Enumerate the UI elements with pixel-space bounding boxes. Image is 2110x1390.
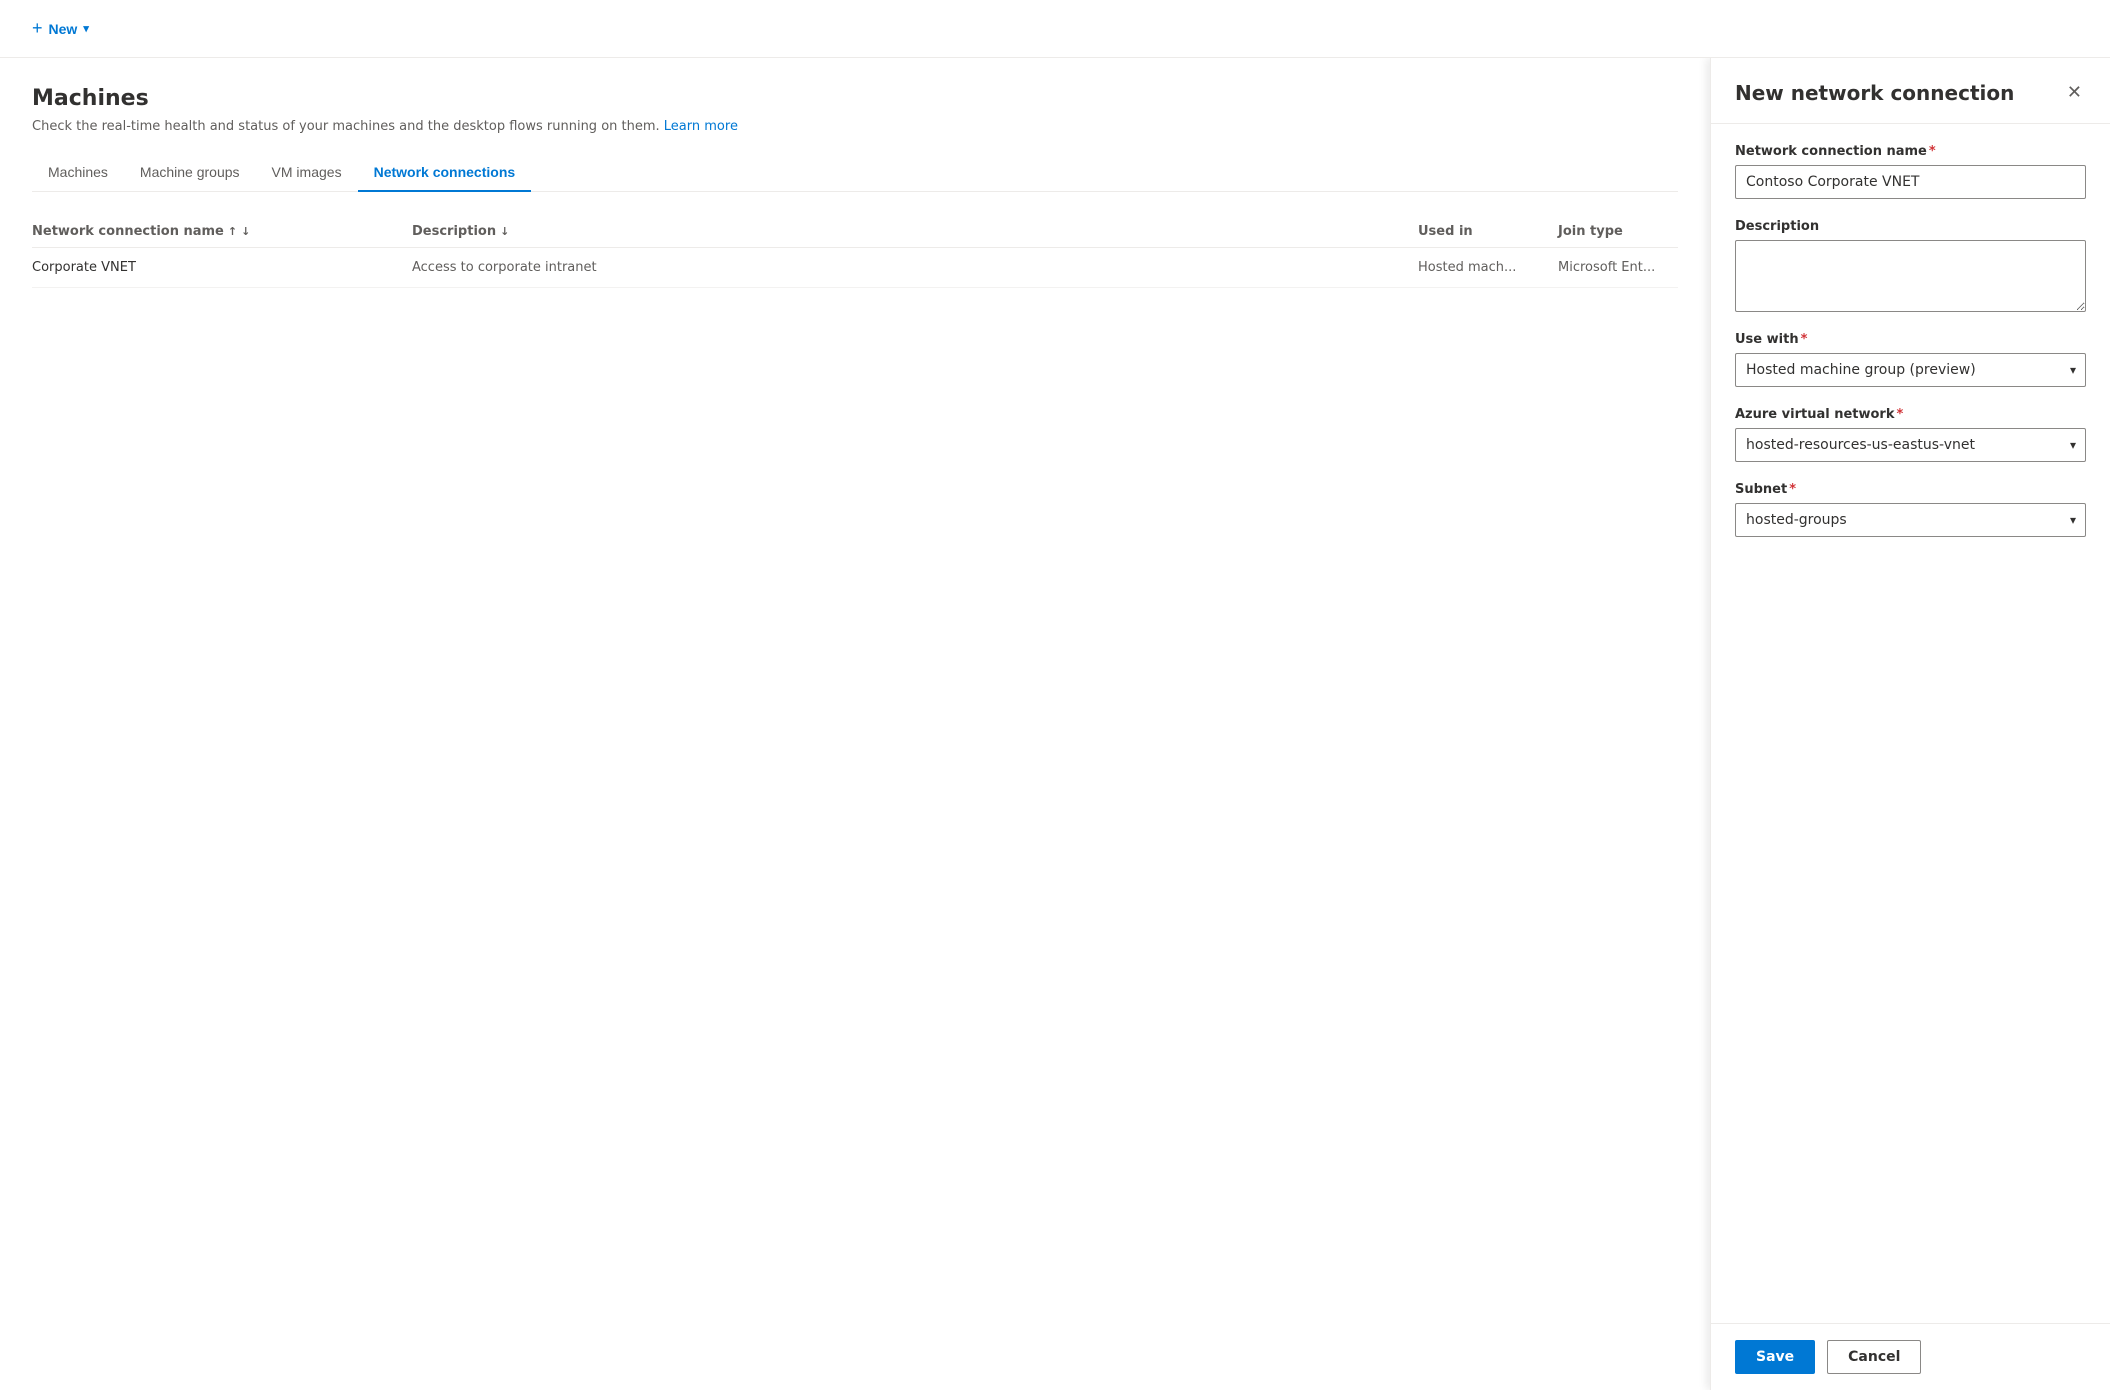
panel-body: Network connection name* Description Use…	[1711, 124, 2110, 1323]
chevron-down-icon: ▾	[83, 22, 89, 35]
field-use-with: Use with* Hosted machine group (preview)…	[1735, 332, 2086, 387]
desc-sort-icon[interactable]: ↓	[500, 225, 509, 238]
main-layout: Machines Check the real-time health and …	[0, 58, 2110, 1390]
required-star: *	[1929, 144, 1936, 159]
table-container: Network connection name ↑ ↓ Description …	[32, 216, 1678, 288]
cell-join-type: Microsoft Ent...	[1558, 260, 1678, 275]
tabs: Machines Machine groups VM images Networ…	[32, 154, 1678, 192]
tab-vm-images[interactable]: VM images	[256, 154, 358, 192]
column-used-in: Used in	[1418, 224, 1558, 239]
tab-machines[interactable]: Machines	[32, 154, 124, 192]
field-description: Description	[1735, 219, 2086, 312]
plus-icon: +	[32, 18, 43, 39]
sort-desc-icon[interactable]: ↓	[241, 225, 250, 238]
tab-network-connections[interactable]: Network connections	[358, 154, 532, 192]
description-textarea[interactable]	[1735, 240, 2086, 312]
panel-header: New network connection ✕	[1711, 58, 2110, 124]
cell-name: Corporate VNET	[32, 260, 412, 275]
use-with-select-wrapper: Hosted machine group (preview) ▾	[1735, 353, 2086, 387]
required-star-subnet: *	[1789, 482, 1796, 497]
subnet-select[interactable]: hosted-groups	[1735, 503, 2086, 537]
panel-title: New network connection	[1735, 81, 2014, 105]
top-bar: + New ▾	[0, 0, 2110, 58]
panel-footer: Save Cancel	[1711, 1323, 2110, 1390]
tab-machine-groups[interactable]: Machine groups	[124, 154, 256, 192]
use-with-select[interactable]: Hosted machine group (preview)	[1735, 353, 2086, 387]
learn-more-link[interactable]: Learn more	[664, 119, 738, 134]
connection-name-input[interactable]	[1735, 165, 2086, 199]
content-area: Machines Check the real-time health and …	[0, 58, 1710, 1390]
save-button[interactable]: Save	[1735, 1340, 1815, 1374]
description-label: Description	[1735, 219, 2086, 234]
field-connection-name: Network connection name*	[1735, 144, 2086, 199]
close-button[interactable]: ✕	[2063, 78, 2086, 107]
field-vnet: Azure virtual network* hosted-resources-…	[1735, 407, 2086, 462]
subnet-select-wrapper: hosted-groups ▾	[1735, 503, 2086, 537]
column-name: Network connection name ↑ ↓	[32, 224, 412, 239]
required-star-use-with: *	[1801, 332, 1808, 347]
page-subtitle: Check the real-time health and status of…	[32, 119, 1678, 134]
new-label: New	[49, 21, 78, 37]
use-with-label: Use with*	[1735, 332, 2086, 347]
connection-name-label: Network connection name*	[1735, 144, 2086, 159]
column-join-type: Join type	[1558, 224, 1678, 239]
sort-asc-icon[interactable]: ↑	[228, 225, 237, 238]
required-star-vnet: *	[1897, 407, 1904, 422]
cell-used-in: Hosted mach...	[1418, 260, 1558, 275]
cell-description: Access to corporate intranet	[412, 260, 1418, 275]
column-description: Description ↓	[412, 224, 1418, 239]
vnet-select[interactable]: hosted-resources-us-eastus-vnet	[1735, 428, 2086, 462]
vnet-label: Azure virtual network*	[1735, 407, 2086, 422]
side-panel: New network connection ✕ Network connect…	[1710, 58, 2110, 1390]
table-row[interactable]: Corporate VNET Access to corporate intra…	[32, 248, 1678, 288]
new-button[interactable]: + New ▾	[24, 12, 97, 45]
page-title: Machines	[32, 86, 1678, 111]
subnet-label: Subnet*	[1735, 482, 2086, 497]
vnet-select-wrapper: hosted-resources-us-eastus-vnet ▾	[1735, 428, 2086, 462]
cancel-button[interactable]: Cancel	[1827, 1340, 1921, 1374]
field-subnet: Subnet* hosted-groups ▾	[1735, 482, 2086, 537]
table-header: Network connection name ↑ ↓ Description …	[32, 216, 1678, 248]
